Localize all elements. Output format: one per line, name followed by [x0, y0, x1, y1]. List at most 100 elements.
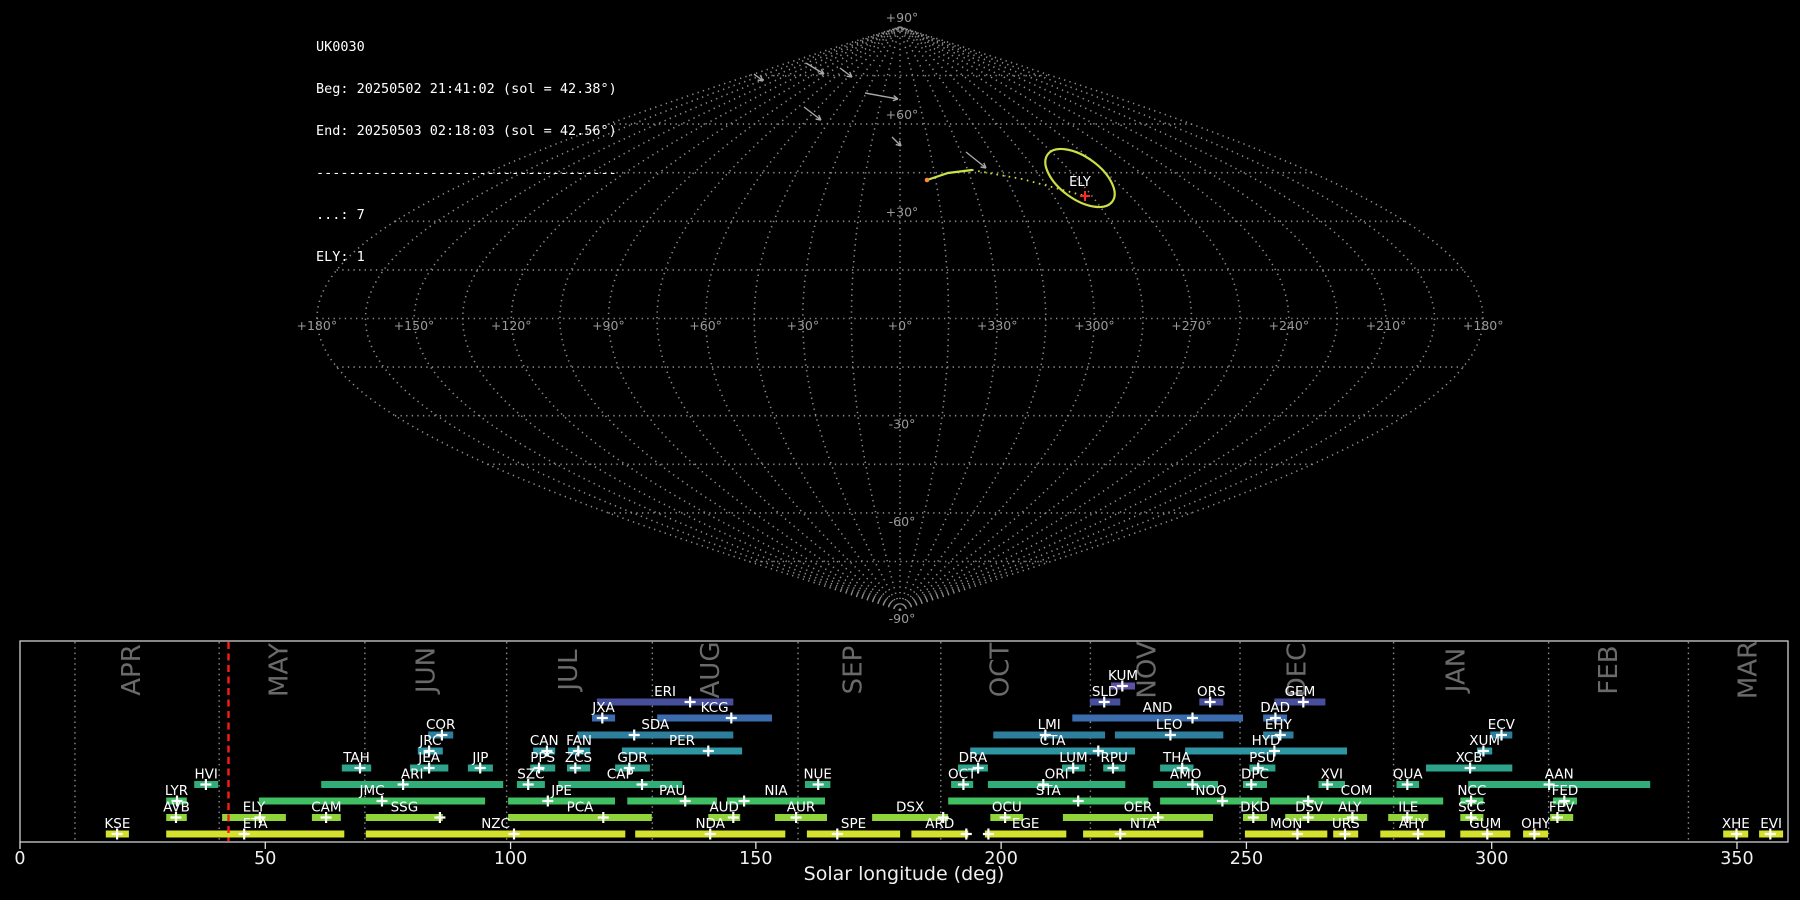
shower-label-ZCS: ZCS: [565, 750, 592, 766]
x-tick-label-100: 100: [494, 849, 527, 869]
longitude-label: +90°: [592, 318, 625, 333]
shower-label-SZC: SZC: [517, 767, 544, 783]
longitude-label: +30°: [786, 318, 819, 333]
month-label-mar: MAR: [1734, 641, 1764, 699]
shower-label-NOO: NOO: [1195, 783, 1226, 799]
shower-label-AND: AND: [1143, 700, 1173, 716]
begin-time: Beg: 20250502 21:41:02 (sol = 42.38°): [316, 81, 617, 97]
latitude-label: +60°: [886, 107, 919, 122]
shower-labels: KUM ERI SLD ORS GEM JXA KCG AND DAD COR SDA LMI LEO E…: [104, 668, 1782, 832]
longitude-label: +60°: [689, 318, 722, 333]
shower-label-DAD: DAD: [1260, 700, 1290, 716]
shower-label-CAN: CAN: [530, 733, 559, 749]
shower-label-AMO: AMO: [1170, 767, 1202, 783]
shower-label-ILE: ILE: [1398, 800, 1418, 816]
shower-label-OCT: OCT: [948, 767, 977, 783]
longitude-label: +300°: [1074, 318, 1115, 333]
longitude-label: +0°: [888, 318, 913, 333]
shower-label-JXA: JXA: [591, 700, 615, 716]
shower-label-ARI: ARI: [401, 767, 424, 783]
shower-label-ELY: ELY: [243, 800, 266, 816]
sporadic-count: ...: 7: [316, 207, 365, 223]
shower-label-GUM: GUM: [1469, 816, 1501, 832]
shower-label-SLD: SLD: [1092, 684, 1119, 700]
shower-peak-STA: [1072, 795, 1084, 807]
meteor-tracks: [924, 168, 1086, 197]
x-tick-label-150: 150: [739, 849, 772, 869]
month-label-jul: JUL: [554, 649, 584, 693]
latitude-label: +30°: [886, 204, 919, 219]
shower-label-ERI: ERI: [654, 684, 676, 700]
longitude-label: +240°: [1269, 318, 1310, 333]
shower-label-MON: MON: [1270, 816, 1302, 832]
shower-label-STA: STA: [1036, 783, 1062, 799]
shower-label-PAU: PAU: [659, 783, 685, 799]
sporadic-track: [839, 67, 853, 78]
month-label-jan: JAN: [1442, 648, 1472, 694]
shower-label-THA: THA: [1162, 750, 1191, 766]
shower-label-SSG: SSG: [391, 800, 419, 816]
plot-canvas: Solar longitude (deg) +180° +150° +120° +90…: [14, 10, 1789, 885]
shower-label-XUM: XUM: [1469, 733, 1500, 749]
shower-label-FAN: FAN: [566, 733, 592, 749]
shower-peak-ARD: [960, 828, 972, 840]
latitude-label: -60°: [889, 514, 916, 529]
sporadic-track: [891, 136, 902, 147]
shower-radiant: ELY: [1044, 147, 1116, 209]
shower-count: ELY: 1: [316, 249, 365, 265]
latitude-label: +90°: [886, 10, 919, 25]
shower-label-NZC: NZC: [481, 816, 510, 832]
shower-label-NTA: NTA: [1130, 816, 1157, 832]
shower-label-SCC: SCC: [1458, 800, 1485, 816]
radiant-center-cross: [1080, 191, 1090, 201]
shower-label-CTA: CTA: [1040, 733, 1067, 749]
shower-label-EHY: EHY: [1265, 717, 1293, 733]
shower-label-XHE: XHE: [1722, 816, 1750, 832]
month-label-may: MAY: [264, 643, 294, 697]
x-tick-label-350: 350: [1720, 849, 1753, 869]
shower-peak-NIA: [738, 795, 750, 807]
shower-label-EVI: EVI: [1760, 816, 1782, 832]
shower-label-PSU: PSU: [1249, 750, 1276, 766]
shower-label-AHY: AHY: [1399, 816, 1427, 832]
x-tick-label-0: 0: [14, 849, 25, 869]
shower-label-NDA: NDA: [695, 816, 725, 832]
shower-label-GEM: GEM: [1285, 684, 1316, 700]
shower-label-ALY: ALY: [1338, 800, 1362, 816]
shower-label-DSX: DSX: [896, 800, 924, 816]
shower-peak-NTA: [1114, 828, 1126, 840]
shower-peak-SSG: [434, 812, 446, 823]
shower-peak-SDA: [628, 729, 640, 741]
x-tick-label-300: 300: [1475, 849, 1508, 869]
shower-label-LYR: LYR: [165, 783, 188, 799]
x-tick-label-200: 200: [984, 849, 1017, 869]
shower-label-JMC: JMC: [358, 783, 384, 799]
shower-label-KCG: KCG: [701, 700, 729, 716]
longitude-label: +180°: [297, 318, 338, 333]
longitude-label: +330°: [977, 318, 1018, 333]
shower-label-PER: PER: [669, 733, 695, 749]
shower-label-AAN: AAN: [1545, 767, 1574, 783]
shower-label-ORS: ORS: [1197, 684, 1226, 700]
sporadic-track: [965, 151, 987, 169]
longitude-label: +270°: [1171, 318, 1212, 333]
shower-label-LEO: LEO: [1156, 717, 1183, 733]
month-label-jun: JUN: [412, 647, 442, 695]
shower-label-ORI: ORI: [1045, 767, 1069, 783]
shower-label-NCC: NCC: [1457, 783, 1486, 799]
shower-peak-ERI: [684, 696, 696, 708]
shower-label-PCA: PCA: [567, 800, 595, 816]
longitude-label: +150°: [394, 318, 435, 333]
shower-label-XVI: XVI: [1321, 767, 1343, 783]
shower-label-RPU: RPU: [1100, 750, 1127, 766]
meteor-observation-screen: Solar longitude (deg) +180° +150° +120° +90…: [0, 0, 1800, 900]
month-label-feb: FEB: [1594, 645, 1624, 694]
shower-label-JPE: JPE: [550, 783, 572, 799]
shower-peak-EGE: [982, 828, 994, 840]
meteor-track-ELY: [925, 168, 974, 182]
x-tick-label-250: 250: [1230, 849, 1263, 869]
shower-label-JRC: JRC: [418, 733, 441, 749]
radiant-extension-line: [971, 169, 1086, 197]
shower-peak-PCA: [597, 812, 609, 823]
sporadic-meteor-tracks: [753, 62, 987, 169]
